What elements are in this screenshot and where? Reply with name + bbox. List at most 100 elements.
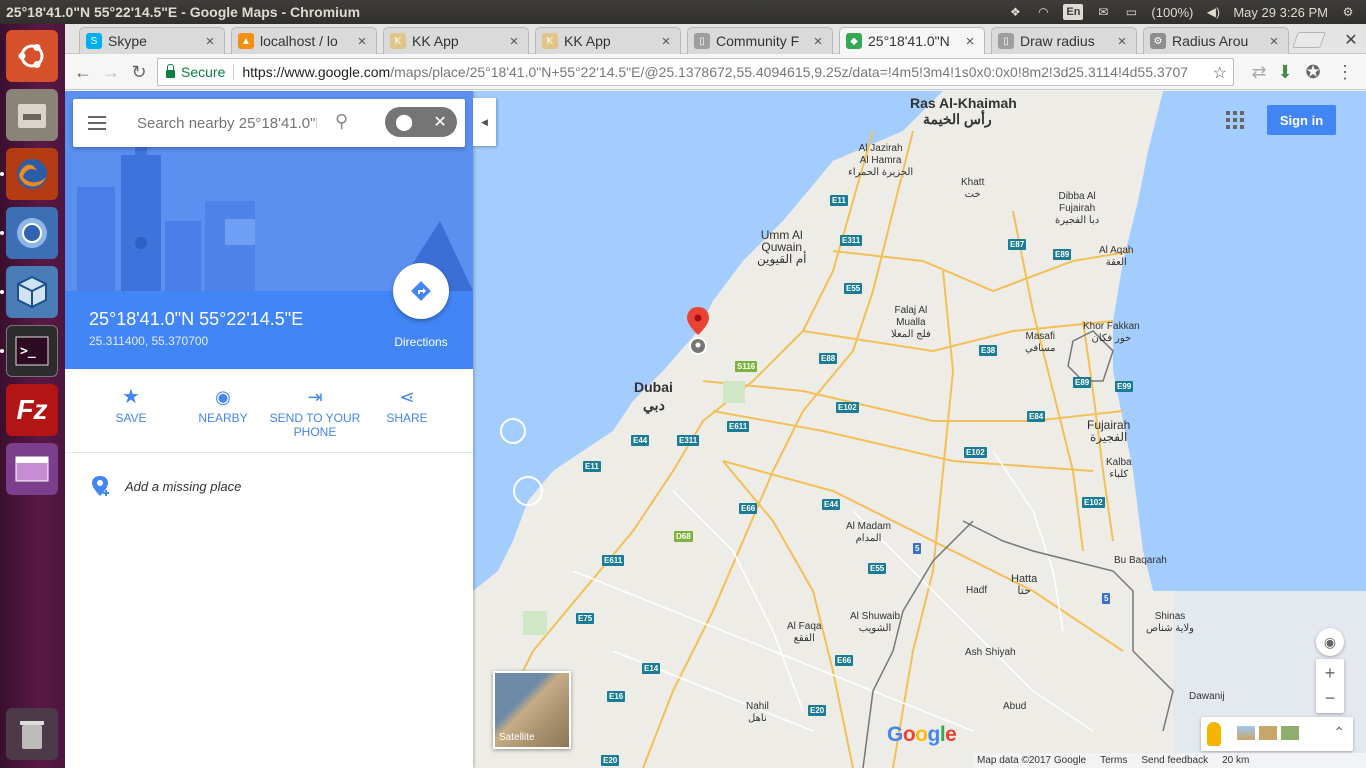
filezilla-icon[interactable]: Fz: [6, 384, 58, 436]
map-label-ras-al-khaimah[interactable]: Ras Al-Khaimah: [910, 96, 1017, 110]
new-tab-button[interactable]: [1292, 32, 1326, 48]
power-gear-icon[interactable]: ⚙: [1340, 4, 1356, 20]
terrain-thumb-icon[interactable]: [1259, 726, 1277, 740]
trash-icon[interactable]: [6, 708, 58, 760]
hamburger-menu-icon[interactable]: [73, 99, 121, 147]
files-icon[interactable]: [6, 89, 58, 141]
keyboard-language-indicator[interactable]: En: [1063, 4, 1084, 20]
chromium-icon[interactable]: [6, 207, 58, 259]
secure-indicator[interactable]: Secure: [166, 64, 235, 80]
map-label-bu-baqarah[interactable]: Bu Baqarah: [1114, 555, 1167, 567]
send-to-phone-button[interactable]: ⇥ SEND TO YOUR PHONE: [269, 383, 361, 439]
map-label-kalba[interactable]: Kalba كلباء: [1106, 457, 1132, 481]
map-label-dawanij[interactable]: Dawanij: [1189, 691, 1225, 703]
terms-link[interactable]: Terms: [1100, 755, 1127, 766]
close-tab-icon[interactable]: ×: [962, 33, 978, 50]
extension-puzzle-icon[interactable]: ✪: [1303, 62, 1323, 82]
google-apps-icon[interactable]: [1226, 111, 1244, 129]
close-tab-icon[interactable]: ×: [810, 33, 826, 50]
map-label-falaj-al-mualla[interactable]: Falaj Al Mualla فلج المعلا: [891, 305, 931, 341]
my-location-icon[interactable]: ◉: [1316, 628, 1344, 656]
satellite-thumb-icon[interactable]: [1281, 726, 1299, 740]
map-label-ras-al-khaimah-ar[interactable]: رأس الخيمة: [923, 112, 992, 126]
map-label-al-shuwaib[interactable]: Al Shuwaib الشويب: [850, 611, 900, 635]
back-icon[interactable]: ←: [73, 62, 93, 82]
close-tab-icon[interactable]: ×: [1266, 33, 1282, 50]
map-label-khor-fakkan[interactable]: Khor Fakkan خور فكان: [1083, 321, 1140, 345]
map-label-hadf[interactable]: Hadf: [966, 585, 987, 597]
map-label-abud[interactable]: Abud: [1003, 701, 1026, 713]
dropbox-icon[interactable]: ❖: [1007, 4, 1023, 20]
download-extension-icon[interactable]: ⬇: [1275, 62, 1295, 82]
map-pin-icon[interactable]: [686, 307, 710, 357]
tab-google-maps[interactable]: ◆ 25°18'41.0"N ×: [839, 27, 985, 54]
firefox-icon[interactable]: [6, 148, 58, 200]
save-button[interactable]: ★ SAVE: [85, 383, 177, 425]
map-label-masafi[interactable]: Masafi مسافي: [1025, 331, 1055, 355]
expand-up-icon[interactable]: ⌃: [1333, 724, 1345, 741]
map-label-khatt[interactable]: Khatt خت: [961, 177, 984, 201]
battery-percent[interactable]: (100%): [1151, 5, 1193, 20]
map-label-nahil[interactable]: Nahil ناهل: [746, 701, 769, 725]
battery-icon[interactable]: ▭: [1123, 4, 1139, 20]
search-icon[interactable]: ⚲: [335, 111, 348, 132]
map-label-umm-al-quwain[interactable]: Umm Al Quwain أم القيوين: [757, 229, 806, 265]
volume-icon[interactable]: ◀): [1205, 4, 1221, 20]
map-label-dibba[interactable]: Dibba Al Fujairah دبا الفجيرة: [1055, 191, 1099, 227]
close-tab-icon[interactable]: ×: [202, 33, 218, 50]
workspace-switcher-icon[interactable]: [6, 443, 58, 495]
mail-icon[interactable]: ✉: [1095, 4, 1111, 20]
close-tab-icon[interactable]: ×: [1114, 33, 1130, 50]
share-button[interactable]: ⋖ SHARE: [361, 383, 453, 425]
address-bar[interactable]: Secure https://www.google.com/maps/place…: [157, 58, 1234, 86]
extension-icon[interactable]: ⇄: [1249, 62, 1269, 82]
wifi-icon[interactable]: ◠: [1035, 4, 1051, 20]
satellite-toggle[interactable]: Satellite: [493, 671, 571, 749]
close-tab-icon[interactable]: ×: [354, 33, 370, 50]
scale-label[interactable]: 20 km: [1222, 755, 1249, 766]
directions-button[interactable]: [393, 263, 449, 319]
send-feedback-link[interactable]: Send feedback: [1141, 755, 1208, 766]
reload-icon[interactable]: ↻: [129, 62, 149, 82]
close-tab-icon[interactable]: ×: [658, 33, 674, 50]
tab-radius-around[interactable]: ⚙ Radius Arou ×: [1143, 27, 1289, 54]
close-icon[interactable]: ✕: [433, 112, 446, 132]
sign-in-button[interactable]: Sign in: [1267, 105, 1336, 135]
map-label-al-jazirah[interactable]: Al Jazirah Al Hamra الجزيرة الحمراء: [848, 143, 913, 179]
map-label-fujairah[interactable]: Fujairah الفجيرة: [1087, 419, 1130, 443]
pegman-icon[interactable]: [1207, 722, 1221, 746]
tab-kk-app-2[interactable]: K KK App ×: [535, 27, 681, 54]
close-tab-icon[interactable]: ×: [506, 33, 522, 50]
zoom-out-button[interactable]: −: [1325, 688, 1336, 709]
bookmark-star-icon[interactable]: ☆: [1212, 63, 1227, 83]
ubuntu-dash-icon[interactable]: [6, 30, 58, 82]
search-input[interactable]: [137, 114, 317, 132]
zoom-in-button[interactable]: +: [1325, 663, 1336, 684]
tab-draw-radius[interactable]: ▯ Draw radius ×: [991, 27, 1137, 54]
terminal-icon[interactable]: >_: [6, 325, 58, 377]
collapse-panel-button[interactable]: ◀: [473, 98, 496, 146]
chrome-menu-icon[interactable]: ⋮: [1335, 62, 1355, 82]
clock[interactable]: May 29 3:26 PM: [1233, 5, 1328, 20]
add-missing-place[interactable]: Add a missing place: [65, 461, 473, 511]
nearby-button[interactable]: ◉ NEARBY: [177, 383, 269, 425]
map-label-al-aqah[interactable]: Al Aqah العقة: [1099, 245, 1133, 269]
map-label-al-madam[interactable]: Al Madam المدام: [846, 521, 891, 545]
tab-kk-app-1[interactable]: K KK App ×: [383, 27, 529, 54]
map-label-al-faqa[interactable]: Al Faqa الفقع: [787, 621, 821, 645]
directions-label[interactable]: Directions: [379, 335, 463, 349]
close-window-icon[interactable]: ✕: [1342, 30, 1360, 49]
location-chip[interactable]: ⬤ ✕: [385, 107, 457, 137]
virtualbox-icon[interactable]: [6, 266, 58, 318]
imagery-thumb-icon[interactable]: [1237, 726, 1255, 740]
map-label-hatta[interactable]: Hatta حتا: [1011, 573, 1037, 597]
map-canvas[interactable]: Ras Al-Khaimah رأس الخيمة Al Jazirah Al …: [473, 91, 1366, 768]
tab-community[interactable]: ▯ Community F ×: [687, 27, 833, 54]
map-label-shinas[interactable]: Shinas ولاية شناص: [1146, 611, 1194, 635]
map-label-ash-shiyah[interactable]: Ash Shiyah: [965, 647, 1016, 659]
map-label-dubai-ar[interactable]: دبي: [643, 398, 665, 412]
tab-skype[interactable]: S Skype ×: [79, 27, 225, 54]
tab-localhost[interactable]: ▲ localhost / lo ×: [231, 27, 377, 54]
forward-icon[interactable]: →: [101, 62, 121, 82]
map-label-dubai[interactable]: Dubai: [634, 380, 673, 394]
